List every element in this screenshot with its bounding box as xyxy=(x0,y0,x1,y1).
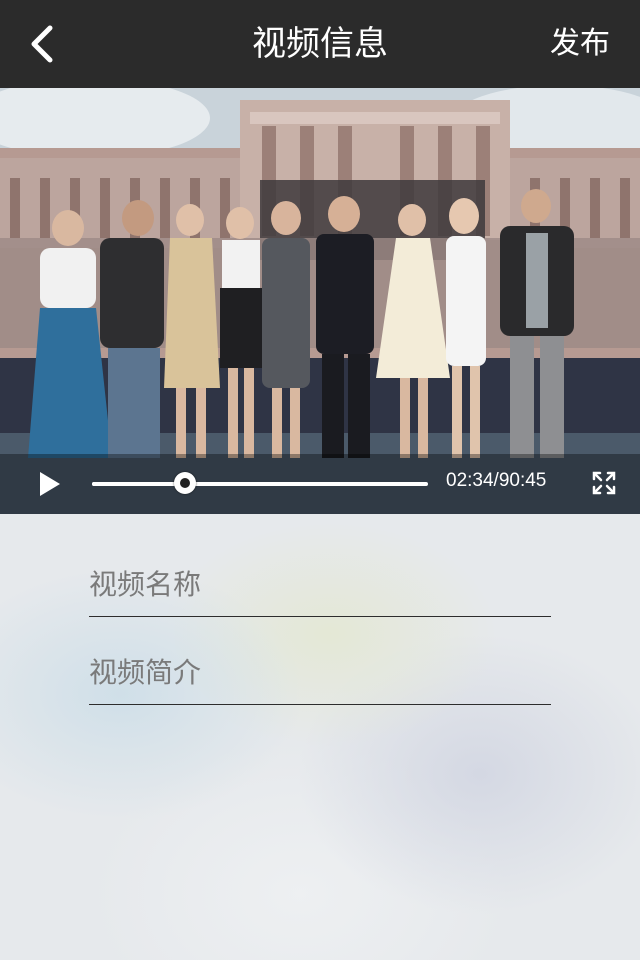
video-name-field xyxy=(89,552,551,617)
video-player[interactable]: 02:34/90:45 xyxy=(0,88,640,514)
fullscreen-icon[interactable] xyxy=(592,471,616,495)
publish-button[interactable]: 发布 xyxy=(550,0,610,88)
player-controls: 02:34/90:45 xyxy=(0,454,640,514)
video-intro-input[interactable] xyxy=(89,652,551,692)
playback-time: 02:34/90:45 xyxy=(446,470,547,491)
page-title: 视频信息 xyxy=(252,24,388,64)
progress-fill xyxy=(92,482,186,486)
progress-thumb[interactable] xyxy=(174,472,197,494)
video-name-input[interactable] xyxy=(89,564,551,604)
navigation-bar: 视频信息 发布 xyxy=(0,0,640,88)
video-frame xyxy=(0,88,640,514)
play-icon[interactable] xyxy=(36,470,64,498)
video-intro-field xyxy=(89,640,551,705)
progress-bar[interactable] xyxy=(92,472,428,494)
video-info-form xyxy=(0,514,640,960)
